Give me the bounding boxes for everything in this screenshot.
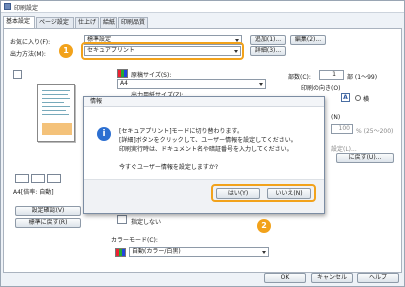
copies-label: 部数(C): (288, 74, 311, 81)
tab-paper-source[interactable]: 給紙 (100, 17, 117, 28)
copies-input[interactable]: 1 (319, 70, 344, 80)
zoom-range: % (25〜200) (356, 128, 394, 135)
ok-button[interactable]: OK (264, 273, 306, 283)
paper-size-label: 原稿サイズ(S): (131, 72, 172, 79)
info-icon: i (97, 127, 111, 141)
copies-range: 部 (1〜99) (347, 74, 378, 81)
finishing-icon-2[interactable] (31, 174, 45, 183)
paper-size-icon (117, 69, 128, 78)
preview-caption: A4[倍率: 自動] (13, 189, 54, 196)
portrait-icon[interactable]: A (341, 93, 350, 102)
output-method-value: セキュアプリント (87, 47, 135, 54)
callout-2: 2 (257, 219, 271, 233)
yes-button[interactable]: はい(Y) (216, 188, 260, 199)
favorites-label: お気に入り(F): (10, 39, 51, 46)
landscape-label: 横 (363, 96, 370, 103)
finishing-icon-3[interactable] (47, 174, 61, 183)
help-button[interactable]: ヘルプ (357, 273, 399, 283)
orientation-label: 印刷の向き(O) (301, 85, 341, 92)
zoom-input[interactable]: 100 (331, 124, 353, 134)
dialog-title: 情報 (84, 97, 324, 107)
add-favorite-button[interactable]: 追加(1)... (250, 35, 286, 45)
tab-basic[interactable]: 基本設定 (3, 16, 35, 28)
details-button[interactable]: 詳細(3)... (250, 46, 286, 56)
printer-icon (4, 3, 11, 10)
output-method-label: 出力方法(M): (10, 51, 46, 58)
chevron-down-icon (259, 83, 263, 86)
paper-size-select[interactable]: A4 (117, 79, 266, 89)
output-method-select[interactable]: セキュアプリント (84, 46, 241, 56)
zoom-value: 100 (338, 125, 350, 132)
color-mode-icon (115, 248, 126, 257)
callout-1: 1 (59, 44, 73, 58)
page-preview (37, 84, 75, 142)
window-title: 印刷設定 (14, 5, 39, 12)
chevron-down-icon (234, 50, 238, 53)
finishing-icon-1[interactable] (15, 174, 29, 183)
chevron-down-icon (262, 251, 266, 254)
paper-size-value: A4 (120, 80, 128, 87)
restore-defaults-button[interactable]: 標準に戻す(R) (15, 218, 81, 228)
tab-finishing[interactable]: 仕上げ (75, 17, 99, 28)
dialog-message-line-2: [詳細]ボタンをクリックして、ユーザー情報を設定してください。 (119, 137, 297, 144)
no-button[interactable]: いいえ(N) (267, 188, 311, 199)
print-settings-window: 印刷設定 基本設定 ページ設定 仕上げ 給紙 印刷品質 お気に入り(F): 標準… (0, 0, 405, 287)
dialog-message-line-1: [セキュアプリント]モードに切り替わります。 (119, 128, 243, 135)
landscape-radio[interactable] (355, 95, 361, 101)
copies-value: 1 (332, 71, 336, 78)
zoom-hint: (N) (331, 114, 341, 121)
color-mode-value: 自動(カラー/白黒) (132, 248, 181, 255)
settings-check-button[interactable]: 設定確認(V) (15, 206, 81, 216)
staple-icon (117, 215, 127, 224)
info-dialog: 情報 i [セキュアプリント]モードに切り替わります。 [詳細]ボタンをクリック… (83, 96, 325, 214)
tab-print-quality[interactable]: 印刷品質 (118, 17, 148, 28)
dialog-message-line-5: 今すぐユーザー情報を設定しますか? (119, 164, 219, 171)
edit-favorite-button[interactable]: 編集(2)... (290, 35, 326, 45)
dialog-message-line-3: 印刷実行時は、ドキュメント名や暗証番号を入力してください。 (119, 146, 293, 153)
cancel-button[interactable]: キャンセル (311, 273, 353, 283)
dialog-footer: はい(Y) いいえ(N) (84, 179, 324, 213)
color-mode-select[interactable]: 自動(カラー/白黒) (129, 247, 269, 257)
tab-page-setup[interactable]: ページ設定 (36, 17, 74, 28)
staple-label: 指定しない (131, 219, 162, 226)
color-mode-label: カラーモード(C): (111, 237, 158, 244)
layout-defaults-button[interactable]: に戻す(U)... (336, 153, 394, 163)
layout-icon[interactable] (13, 70, 22, 79)
zoom-extra-label: 設定(L)... (331, 146, 357, 153)
title-bar: 印刷設定 (1, 1, 404, 13)
